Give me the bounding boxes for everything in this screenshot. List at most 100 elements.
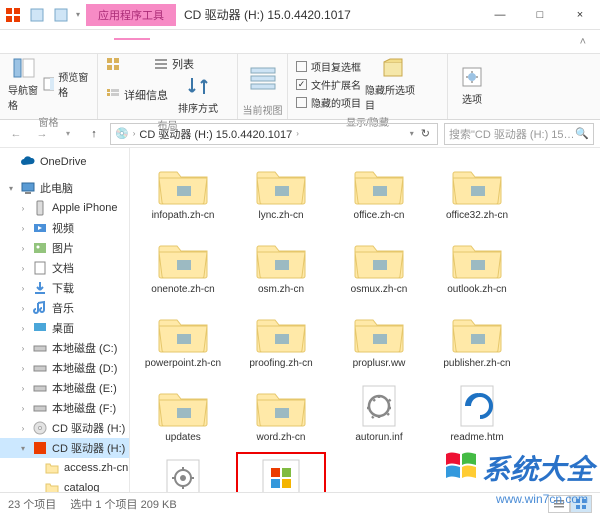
sidebar-item-cd-h-open[interactable]: ▾CD 驱动器 (H:) 15 bbox=[0, 438, 129, 458]
minimize-button[interactable]: — bbox=[480, 0, 520, 30]
view-details-button[interactable] bbox=[548, 495, 570, 513]
folder-icon bbox=[155, 160, 211, 206]
file-item[interactable]: readme.htm bbox=[432, 378, 522, 448]
ribbon-tab[interactable] bbox=[78, 38, 114, 46]
checkbox-icon bbox=[296, 97, 307, 108]
cloud-icon bbox=[20, 154, 36, 170]
checkbox-hidden-items[interactable]: 隐藏的项目 bbox=[296, 95, 361, 110]
checkbox-icon bbox=[296, 61, 307, 72]
folder-item[interactable]: outlook.zh-cn bbox=[432, 230, 522, 300]
folder-item[interactable]: updates bbox=[138, 378, 228, 448]
window-controls: — □ × bbox=[480, 0, 600, 30]
nav-pane-label: 导航窗格 bbox=[8, 82, 39, 112]
file-grid[interactable]: infopath.zh-cnlync.zh-cnoffice.zh-cn offi… bbox=[130, 148, 600, 492]
search-input[interactable]: 搜索"CD 驱动器 (H:) 15.0.44… 🔍 bbox=[444, 123, 594, 145]
up-button[interactable]: ↑ bbox=[84, 124, 104, 144]
folder-item[interactable]: powerpoint.zh-cn bbox=[138, 304, 228, 374]
refresh-button[interactable]: ↻ bbox=[418, 127, 433, 140]
nav-pane-button[interactable]: 导航窗格 bbox=[8, 56, 39, 112]
close-button[interactable]: × bbox=[560, 0, 600, 30]
folder-item[interactable]: office.zh-cn bbox=[334, 156, 424, 226]
folder-item[interactable]: word.zh-cn bbox=[236, 378, 326, 448]
ribbon-group-show-hide: 项目复选框 ✓文件扩展名 隐藏的项目 隐藏所选项目 显示/隐藏 bbox=[288, 54, 448, 119]
sidebar-item-music[interactable]: ›音乐 bbox=[0, 298, 129, 318]
hide-selected-button[interactable]: 隐藏所选项目 bbox=[365, 56, 421, 112]
qat-item-icon[interactable] bbox=[52, 6, 70, 24]
folder-item[interactable]: lync.zh-cn bbox=[236, 156, 326, 226]
preview-pane-button[interactable]: 预览窗格 bbox=[43, 69, 89, 99]
file-item[interactable]: autorun.inf bbox=[334, 378, 424, 448]
address-dropdown-icon[interactable]: ▾ bbox=[410, 129, 414, 138]
sidebar-item-documents[interactable]: ›文档 bbox=[0, 258, 129, 278]
folder-item[interactable]: onenote.zh-cn bbox=[138, 230, 228, 300]
status-item-count: 23 个项目 bbox=[8, 496, 56, 512]
qat-item-icon[interactable] bbox=[28, 6, 46, 24]
sidebar-item-cd-h[interactable]: ›CD 驱动器 (H:) bbox=[0, 418, 129, 438]
sidebar-item-disk-c[interactable]: ›本地磁盘 (C:) bbox=[0, 338, 129, 358]
file-item[interactable]: setup.exe bbox=[236, 452, 326, 492]
breadcrumb-item[interactable]: CD 驱动器 (H:) 15.0.4420.1017 bbox=[139, 126, 292, 142]
checkbox-file-extensions[interactable]: ✓文件扩展名 bbox=[296, 77, 361, 92]
layout-icons-button[interactable]: 列表 bbox=[106, 56, 146, 72]
checkbox-item-checkboxes[interactable]: 项目复选框 bbox=[296, 59, 361, 74]
sidebar-item-folder[interactable]: access.zh-cn bbox=[0, 458, 129, 478]
group-label: 当前视图 bbox=[242, 102, 283, 119]
sidebar-item-desktop[interactable]: ›桌面 bbox=[0, 318, 129, 338]
layout-list-button[interactable]: 列表 bbox=[154, 56, 194, 72]
folder-item[interactable]: osmux.zh-cn bbox=[334, 230, 424, 300]
layout-details-button[interactable]: 详细信息 bbox=[106, 87, 168, 103]
folder-icon bbox=[351, 160, 407, 206]
sidebar-item-pictures[interactable]: ›图片 bbox=[0, 238, 129, 258]
collapse-ribbon-icon[interactable]: ˄ bbox=[572, 36, 594, 48]
sidebar-item-folder[interactable]: catalog bbox=[0, 478, 129, 492]
file-name-label: readme.htm bbox=[450, 432, 503, 444]
sidebar-item-this-pc[interactable]: ▾此电脑 bbox=[0, 178, 129, 198]
search-placeholder: 搜索"CD 驱动器 (H:) 15.0.44… bbox=[449, 126, 575, 142]
download-icon bbox=[32, 280, 48, 296]
folder-item[interactable]: publisher.zh-cn bbox=[432, 304, 522, 374]
folder-item[interactable]: osm.zh-cn bbox=[236, 230, 326, 300]
folder-item[interactable]: office32.zh-cn bbox=[432, 156, 522, 226]
view-icons-button[interactable] bbox=[570, 495, 592, 513]
navigation-tree[interactable]: OneDrive ▾此电脑 ›Apple iPhone ›视频 ›图片 ›文档 … bbox=[0, 148, 130, 492]
folder-icon bbox=[44, 460, 60, 476]
folder-item[interactable]: proplusr.ww bbox=[334, 304, 424, 374]
folder-item[interactable]: infopath.zh-cn bbox=[138, 156, 228, 226]
checkbox-icon: ✓ bbox=[296, 79, 307, 90]
sidebar-item-video[interactable]: ›视频 bbox=[0, 218, 129, 238]
breadcrumb[interactable]: 💿 › CD 驱动器 (H:) 15.0.4420.1017 › ▾ ↻ bbox=[110, 123, 438, 145]
folder-icon bbox=[351, 308, 407, 354]
options-button[interactable]: 选项 bbox=[456, 65, 488, 106]
recent-locations-icon[interactable]: ▾ bbox=[58, 124, 78, 144]
sidebar-item-onedrive[interactable]: OneDrive bbox=[0, 152, 129, 172]
file-name-label: office32.zh-cn bbox=[446, 210, 508, 222]
folder-icon bbox=[449, 160, 505, 206]
ribbon-tab[interactable] bbox=[6, 38, 42, 46]
file-name-label: outlook.zh-cn bbox=[447, 284, 506, 296]
tab-app-tools[interactable]: 应用程序工具 bbox=[86, 4, 176, 26]
file-name-label: word.zh-cn bbox=[257, 432, 306, 444]
qat-dropdown-icon[interactable]: ▾ bbox=[76, 10, 80, 19]
quick-access-toolbar: ▾ bbox=[0, 6, 84, 24]
address-bar-row: ← → ▾ ↑ 💿 › CD 驱动器 (H:) 15.0.4420.1017 ›… bbox=[0, 120, 600, 148]
file-item[interactable]: setup.dll bbox=[138, 452, 228, 492]
office-logo-icon bbox=[4, 6, 22, 24]
sidebar-item-disk-f[interactable]: ›本地磁盘 (F:) bbox=[0, 398, 129, 418]
sidebar-item-disk-d[interactable]: ›本地磁盘 (D:) bbox=[0, 358, 129, 378]
folder-item[interactable]: proofing.zh-cn bbox=[236, 304, 326, 374]
sidebar-item-iphone[interactable]: ›Apple iPhone bbox=[0, 198, 129, 218]
sidebar-item-downloads[interactable]: ›下载 bbox=[0, 278, 129, 298]
grouping-icon[interactable] bbox=[249, 64, 277, 92]
search-icon: 🔍 bbox=[575, 127, 589, 140]
ribbon-tab[interactable] bbox=[42, 38, 78, 46]
sort-button[interactable]: 排序方式 bbox=[176, 74, 220, 115]
forward-button[interactable]: → bbox=[32, 124, 52, 144]
back-button[interactable]: ← bbox=[6, 124, 26, 144]
ribbon-tab-active[interactable] bbox=[114, 38, 150, 46]
maximize-button[interactable]: □ bbox=[520, 0, 560, 30]
view-toggle bbox=[548, 495, 592, 513]
contextual-tabs: 应用程序工具 bbox=[86, 4, 176, 26]
sidebar-item-disk-e[interactable]: ›本地磁盘 (E:) bbox=[0, 378, 129, 398]
file-name-label: osm.zh-cn bbox=[258, 284, 304, 296]
file-name-label: powerpoint.zh-cn bbox=[145, 358, 221, 370]
